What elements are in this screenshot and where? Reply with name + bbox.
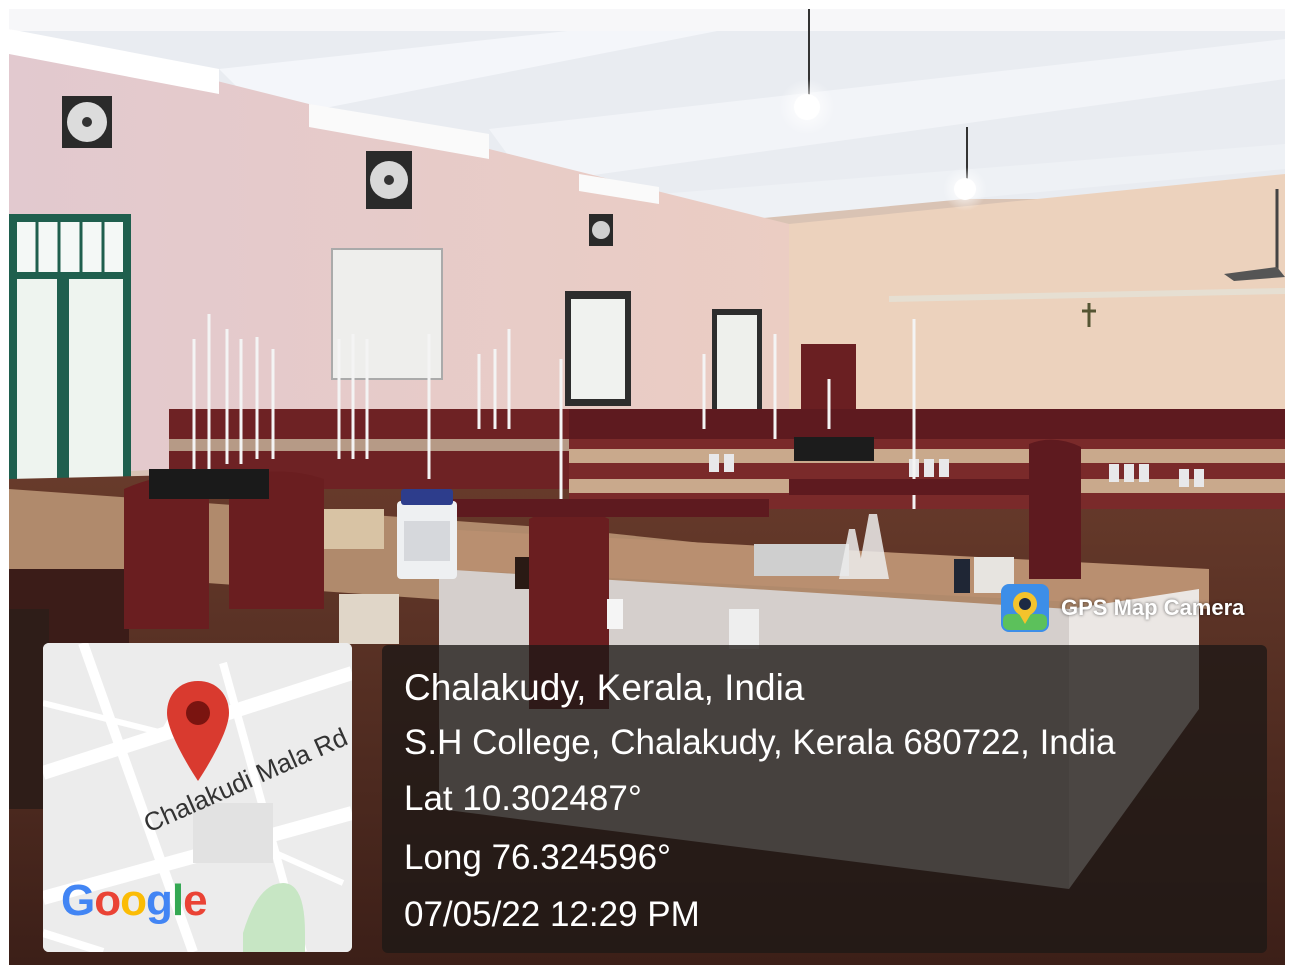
back-wall	[789, 174, 1285, 449]
gps-badge: GPS Map Camera	[1001, 583, 1244, 633]
sink	[149, 469, 269, 499]
reagent-jar	[397, 489, 457, 579]
gps-badge-label: GPS Map Camera	[1061, 595, 1245, 620]
latitude-text: Lat 10.302487°	[404, 779, 642, 818]
map-pin-icon	[167, 681, 229, 781]
sink	[754, 544, 849, 576]
window-left	[9, 214, 131, 484]
whiteboard	[331, 248, 443, 380]
bench-shelf	[789, 479, 1029, 495]
cardboard-box	[729, 609, 759, 649]
bench-end-panel	[1029, 439, 1081, 579]
location-address: S.H College, Chalakudy, Kerala 680722, I…	[404, 723, 1116, 762]
longitude-text: Long 76.324596°	[404, 838, 672, 877]
exhaust-fan	[589, 214, 613, 246]
cardboard-box	[607, 599, 623, 629]
light-bulb	[954, 178, 976, 200]
location-title: Chalakudy, Kerala, India	[404, 667, 805, 708]
google-logo: Google	[61, 876, 208, 925]
ceiling-strip	[9, 9, 1285, 31]
location-info-panel: Chalakudy, Kerala, India S.H College, Ch…	[382, 645, 1267, 953]
light-bulb	[794, 94, 820, 120]
window-back	[565, 291, 631, 406]
exhaust-fan	[366, 151, 412, 209]
cardboard-box	[324, 509, 384, 549]
gps-camera-icon	[1001, 584, 1049, 632]
exhaust-fan	[62, 96, 112, 148]
bench-shelf	[439, 499, 769, 517]
photo-frame: GPS Map Camera Chalakudi Mala Rd Google …	[9, 9, 1285, 965]
datetime-text: 07/05/22 12:29 PM	[404, 895, 700, 934]
dark-bottle	[515, 557, 529, 589]
map-thumbnail[interactable]: Chalakudi Mala Rd Google	[43, 643, 352, 952]
window-back	[712, 309, 762, 414]
cardboard-box	[339, 594, 399, 644]
dark-bottle	[954, 559, 970, 593]
sink	[794, 437, 874, 461]
